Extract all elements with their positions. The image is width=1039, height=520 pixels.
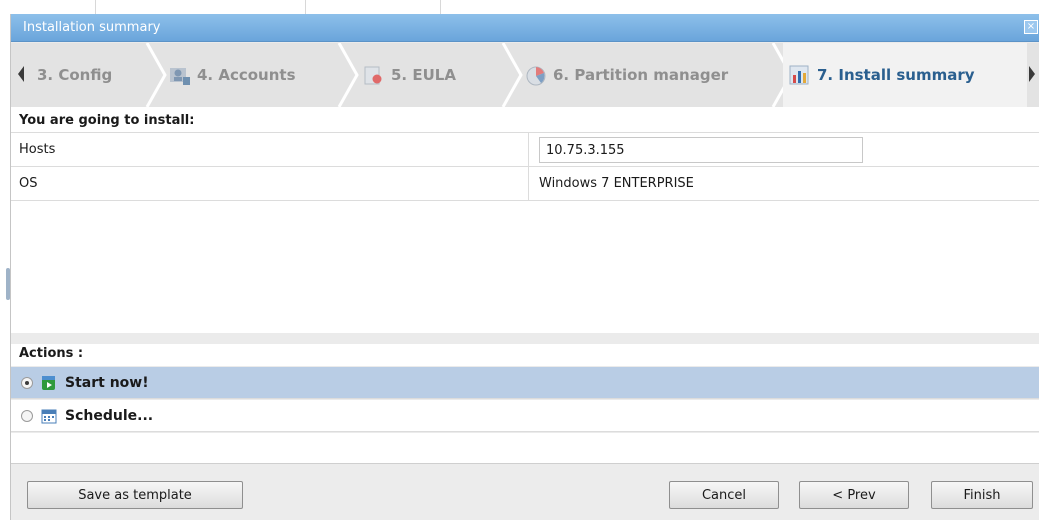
- step-separator: [145, 43, 167, 107]
- wizard-step-label: 4. Accounts: [197, 66, 296, 84]
- eula-icon: [363, 64, 385, 86]
- wizard-step-accounts[interactable]: 4. Accounts: [169, 43, 339, 107]
- radio-start-now[interactable]: [21, 376, 33, 389]
- calendar-icon: [41, 408, 57, 424]
- row-key: OS: [19, 176, 38, 191]
- wizard-step-label: 6. Partition manager: [553, 66, 729, 84]
- dialog-title: Installation summary: [23, 20, 161, 35]
- accounts-icon: [169, 64, 191, 86]
- action-start-now[interactable]: Start now!: [11, 367, 1039, 399]
- start-now-icon: [41, 375, 57, 391]
- action-label: Start now!: [65, 374, 149, 391]
- wizard-steps: 3. Config 4. Accounts 5. EULA 6. Partiti…: [11, 43, 1039, 107]
- hosts-field[interactable]: 10.75.3.155: [539, 137, 863, 163]
- summary-chart-icon: [789, 64, 811, 86]
- row-key: Hosts: [19, 142, 56, 157]
- close-icon[interactable]: ×: [1024, 20, 1038, 34]
- prev-button[interactable]: < Prev: [799, 481, 909, 509]
- radio-schedule[interactable]: [21, 409, 33, 422]
- wizard-step-label: 7. Install summary: [817, 66, 975, 84]
- actions-heading-bar: Actions :: [11, 344, 1039, 366]
- installation-summary-dialog: Installation summary × 3. Config 4. Acco…: [10, 14, 1039, 520]
- scroll-left-icon[interactable]: [17, 65, 25, 83]
- row-value: Windows 7 ENTERPRISE: [539, 176, 694, 191]
- wizard-step-partition-manager[interactable]: 6. Partition manager: [525, 43, 775, 107]
- row-value-cell: 10.75.3.155: [528, 133, 1039, 167]
- wizard-step-install-summary[interactable]: 7. Install summary: [783, 43, 1027, 107]
- row-value: 10.75.3.155: [546, 143, 625, 158]
- step-separator: [501, 43, 523, 107]
- summary-row-hosts: Hosts 10.75.3.155: [11, 133, 1039, 167]
- wizard-step-eula[interactable]: 5. EULA: [363, 43, 503, 107]
- summary-heading: You are going to install:: [19, 113, 195, 128]
- save-as-template-button[interactable]: Save as template: [27, 481, 243, 509]
- scroll-right-icon[interactable]: [1028, 65, 1036, 83]
- wizard-step-config[interactable]: 3. Config: [37, 43, 149, 107]
- wizard-step-label: 5. EULA: [391, 66, 456, 84]
- action-schedule[interactable]: Schedule...: [11, 400, 1039, 432]
- action-label: Schedule...: [65, 407, 154, 424]
- dialog-footer: Save as template Cancel < Prev Finish: [11, 463, 1039, 520]
- wizard-step-label: 3. Config: [37, 66, 113, 84]
- step-separator: [337, 43, 359, 107]
- summary-row-os: OS Windows 7 ENTERPRISE: [11, 167, 1039, 201]
- cancel-button[interactable]: Cancel: [669, 481, 779, 509]
- background-strip: [0, 0, 1039, 14]
- summary-heading-bar: You are going to install:: [11, 107, 1039, 133]
- summary-grid: Hosts 10.75.3.155 OS Windows 7 ENTERPRIS…: [11, 133, 1039, 333]
- partition-icon: [525, 64, 547, 86]
- row-value-cell: Windows 7 ENTERPRISE: [528, 167, 1039, 201]
- finish-button[interactable]: Finish: [931, 481, 1033, 509]
- dialog-titlebar[interactable]: Installation summary ×: [11, 14, 1039, 42]
- content-filler: [11, 433, 1039, 463]
- actions-heading: Actions :: [19, 346, 84, 361]
